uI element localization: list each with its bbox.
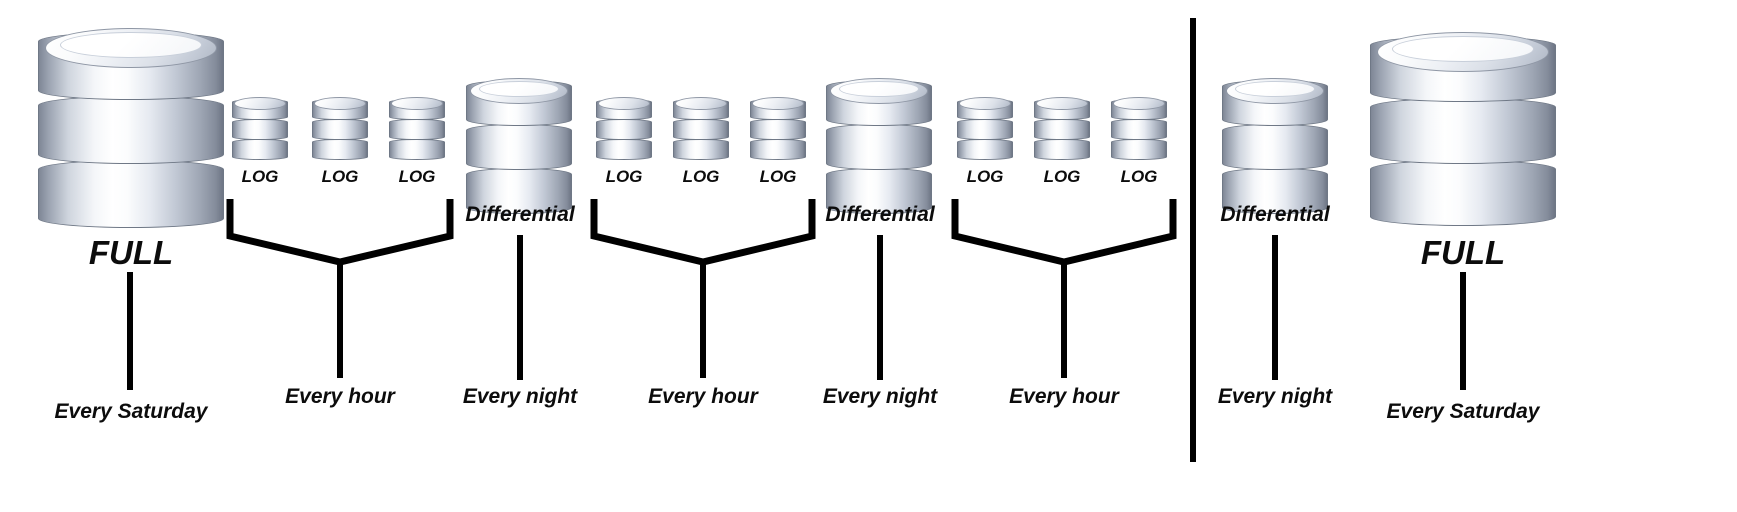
- cylinder-segment: [673, 139, 729, 160]
- database-cylinder-differential-2: [826, 78, 932, 216]
- schedule-differential-3: Every night: [1217, 385, 1333, 408]
- cylinder-segment: [1111, 139, 1167, 160]
- connector-log-group-1: [337, 260, 343, 378]
- cylinder-top-lid: [1113, 97, 1165, 110]
- cylinder-lid-highlight: [838, 81, 920, 97]
- cylinder-segment: [1034, 119, 1090, 140]
- schedule-full-1: Every Saturday: [54, 400, 208, 423]
- cylinder-segment: [750, 139, 806, 160]
- cylinder-segment: [312, 119, 368, 140]
- database-cylinder-full-1: [38, 28, 224, 230]
- connector-differential-3: [1272, 235, 1278, 380]
- connector-differential-1: [517, 235, 523, 380]
- connector-differential-2: [877, 235, 883, 380]
- cylinder-lid-highlight: [478, 81, 560, 97]
- cylinder-segment: [232, 139, 288, 160]
- label-full-2: FULL: [1420, 234, 1506, 271]
- cylinder-segment: [38, 96, 224, 164]
- schedule-differential-2: Every night: [822, 385, 938, 408]
- label-full-1: FULL: [88, 234, 174, 271]
- schedule-log-group-1: Every hour: [285, 385, 395, 408]
- label-log-2-2: LOG: [682, 167, 720, 186]
- cylinder-segment: [1370, 160, 1556, 226]
- database-cylinder-log-3-2: [1034, 97, 1090, 161]
- cylinder-segment: [957, 119, 1013, 140]
- schedule-log-group-2: Every hour: [648, 385, 758, 408]
- schedule-log-group-3: Every hour: [1009, 385, 1119, 408]
- database-cylinder-log-2-2: [673, 97, 729, 161]
- connector-log-group-2: [700, 260, 706, 378]
- database-cylinder-log-1-1: [232, 97, 288, 161]
- cylinder-top-lid: [959, 97, 1011, 110]
- cylinder-segment: [466, 124, 572, 170]
- label-log-3-3: LOG: [1120, 167, 1158, 186]
- cylinder-lid-highlight: [1234, 81, 1316, 97]
- cylinder-top-lid: [1036, 97, 1088, 110]
- cylinder-segment: [38, 160, 224, 228]
- cylinder-top-lid: [391, 97, 443, 110]
- label-log-3-1: LOG: [966, 167, 1004, 186]
- label-log-1-3: LOG: [398, 167, 436, 186]
- cylinder-segment: [1222, 124, 1328, 170]
- label-differential-2: Differential: [825, 203, 935, 226]
- database-cylinder-full-2: [1370, 32, 1556, 228]
- cylinder-segment: [1370, 98, 1556, 164]
- cylinder-segment: [389, 119, 445, 140]
- label-differential-3: Differential: [1220, 203, 1330, 226]
- cylinder-segment: [312, 139, 368, 160]
- cylinder-segment: [957, 139, 1013, 160]
- connector-full-1: [127, 272, 133, 390]
- label-log-2-1: LOG: [605, 167, 643, 186]
- cylinder-segment: [596, 119, 652, 140]
- cylinder-segment: [596, 139, 652, 160]
- cylinder-segment: [389, 139, 445, 160]
- cylinder-segment: [826, 124, 932, 170]
- database-cylinder-log-3-3: [1111, 97, 1167, 161]
- database-cylinder-log-1-2: [312, 97, 368, 161]
- schedule-full-2: Every Saturday: [1386, 400, 1540, 423]
- cylinder-top-lid: [752, 97, 804, 110]
- connector-log-group-3: [1061, 260, 1067, 378]
- label-log-2-3: LOG: [759, 167, 797, 186]
- database-cylinder-differential-1: [466, 78, 572, 216]
- cylinder-segment: [1111, 119, 1167, 140]
- database-cylinder-log-2-3: [750, 97, 806, 161]
- cylinder-segment: [750, 119, 806, 140]
- cylinder-segment: [1034, 139, 1090, 160]
- cylinder-top-lid: [598, 97, 650, 110]
- database-cylinder-log-2-1: [596, 97, 652, 161]
- cylinder-segment: [673, 119, 729, 140]
- cylinder-top-lid: [234, 97, 286, 110]
- schedule-differential-1: Every night: [462, 385, 578, 408]
- cylinder-segment: [232, 119, 288, 140]
- label-log-1-2: LOG: [321, 167, 359, 186]
- database-cylinder-log-3-1: [957, 97, 1013, 161]
- connector-full-2: [1460, 272, 1466, 390]
- cylinder-top-lid: [675, 97, 727, 110]
- cylinder-lid-highlight: [60, 32, 202, 58]
- cylinder-lid-highlight: [1392, 36, 1534, 62]
- cylinder-top-lid: [314, 97, 366, 110]
- database-cylinder-differential-3: [1222, 78, 1328, 216]
- cycle-divider: [1190, 18, 1196, 462]
- backup-strategy-diagram: FULL Every Saturday LOG LOG LOG Every ho…: [0, 0, 1737, 512]
- database-cylinder-log-1-3: [389, 97, 445, 161]
- label-log-1-1: LOG: [241, 167, 279, 186]
- label-differential-1: Differential: [465, 203, 575, 226]
- label-log-3-2: LOG: [1043, 167, 1081, 186]
